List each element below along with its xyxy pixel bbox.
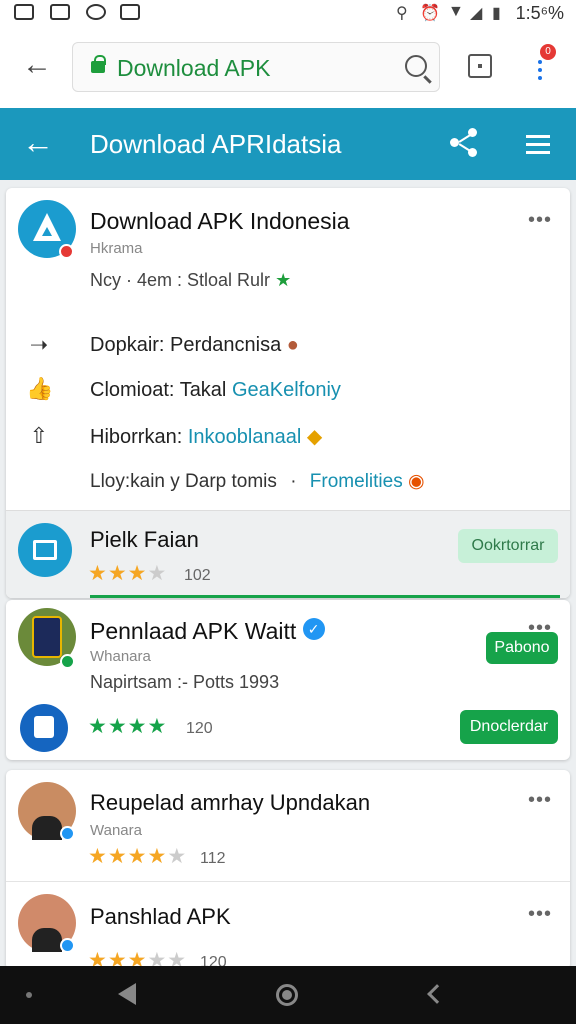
more-options-icon[interactable]: ••• — [528, 790, 552, 810]
nav-home-icon[interactable] — [276, 984, 298, 1006]
app-meta: Ncy · 4em : Stloal Rulr ★ — [90, 270, 291, 291]
upload-icon: ⇧ — [29, 423, 49, 448]
thumbs-up-icon: 👍 — [26, 376, 54, 401]
badge-icon: ◉ — [407, 471, 425, 492]
camera-icon — [50, 4, 70, 20]
verified-check-icon: ✓ — [302, 618, 325, 640]
verified-badge-icon — [60, 654, 75, 669]
verified-badge-icon — [59, 244, 74, 259]
app-title: Reupelad amrhay Upndakan — [90, 790, 371, 815]
back-arrow-icon[interactable]: ← — [22, 124, 54, 160]
app-subtitle: Whanara — [90, 648, 151, 665]
app-bar: ← Download APRIdatsia — [0, 108, 576, 180]
rating-stars: ★★★★ — [88, 562, 168, 585]
nav-back-icon[interactable] — [118, 983, 136, 1005]
overflow-menu-icon[interactable]: 0 — [528, 44, 556, 86]
url-bar[interactable]: Download APK — [72, 42, 440, 92]
verified-badge-icon — [60, 826, 75, 841]
page-title: Download APRIdatsia — [90, 129, 342, 159]
tab-switcher-icon[interactable] — [468, 54, 492, 78]
detail-link[interactable]: GeaKelfoniy — [232, 379, 341, 401]
gallery-icon — [14, 4, 34, 20]
hamburger-menu-icon[interactable] — [526, 135, 550, 159]
more-options-icon[interactable]: ••• — [528, 210, 552, 230]
app-title: Panshlad APK — [90, 904, 231, 929]
sync-icon — [86, 4, 106, 20]
footer-link[interactable]: Fromelities — [310, 471, 403, 492]
app-meta: Napirtsam :- Potts 1993 — [90, 672, 280, 692]
star-badge-icon: ★ — [275, 270, 292, 290]
detail-row: Clomioat: Takal GeaKelfoniy — [90, 379, 341, 401]
mail-icon — [120, 4, 140, 20]
rating-count: 112 — [200, 850, 226, 867]
rating-stars: ★★★★★ — [88, 845, 188, 868]
app-title: Pielk Faian — [90, 527, 199, 552]
app-list-card: Reupelad amrhay Upndakan ••• Wanara ★★★★… — [6, 770, 570, 970]
system-nav-bar — [0, 966, 576, 1024]
rating-count: 120 — [186, 720, 213, 737]
alarm-icon: ⏰ — [420, 5, 440, 22]
app-title: Download APK Indonesia — [90, 208, 350, 234]
nav-dot-icon — [26, 992, 32, 998]
share-icon[interactable] — [450, 128, 480, 158]
location-icon: ⚲ — [396, 5, 408, 22]
more-options-icon[interactable]: ••• — [528, 904, 552, 924]
rating-stars: ★★★★ — [88, 715, 168, 738]
open-button[interactable]: Pabono — [486, 632, 558, 664]
status-time: 1:5⁶% — [515, 3, 564, 23]
app-meta-text: Ncy · 4em : Stloal Rulr — [90, 270, 271, 290]
rating-count: 102 — [184, 567, 211, 584]
emoji-icon: ◆ — [306, 426, 323, 448]
verified-badge-icon — [60, 938, 75, 953]
share-arrow-icon: ➝ — [29, 332, 49, 357]
lock-icon — [91, 55, 106, 73]
list-item[interactable]: Reupelad amrhay Upndakan ••• Wanara ★★★★… — [6, 770, 570, 882]
app-card-featured[interactable]: Download APK Indonesia ••• Hkrama Ncy · … — [6, 188, 570, 598]
back-arrow-icon[interactable]: ← — [22, 48, 52, 82]
detail-link[interactable]: Inkooblanaal — [188, 426, 301, 448]
app-subtitle: Wanara — [90, 822, 142, 839]
detail-row: Hiborrkan: Inkooblanaal ◆ — [90, 426, 323, 448]
browser-toolbar: ← Download APK 0 — [0, 26, 576, 108]
app-subtitle: Hkrama — [90, 240, 143, 257]
search-icon[interactable] — [405, 55, 427, 77]
app-logo — [20, 704, 68, 752]
battery-icon: ▮ — [492, 5, 501, 22]
emoji-icon: ● — [286, 334, 299, 356]
app-title: Pennlaad APK Waitt ✓ — [90, 618, 325, 645]
download-button[interactable]: Dnoclerdar — [460, 710, 558, 744]
progress-bar — [90, 595, 560, 598]
status-bar: ⚲ ⏰ ▼ ◢ ▮ 1:5⁶% — [0, 0, 576, 26]
detail-row: Dopkair: Perdancnisa ● — [90, 334, 299, 356]
nav-recents-icon[interactable] — [427, 984, 447, 1004]
app-card[interactable]: Pennlaad APK Waitt ✓ ••• Whanara Napirts… — [6, 600, 570, 760]
sub-app-row[interactable]: Pielk Faian ★★★★ 102 Ookrtorrar — [6, 510, 570, 598]
notification-badge: 0 — [540, 44, 556, 60]
download-button[interactable]: Ookrtorrar — [458, 529, 558, 563]
card-footer: Lloy:kain y Darp tomis · Fromelities ◉ — [90, 471, 425, 492]
app-logo — [18, 523, 72, 577]
url-text: Download APK — [117, 55, 271, 81]
signal-icon: ◢ — [470, 5, 483, 22]
list-item[interactable]: Panshlad APK ••• ★★★★★ 120 — [6, 882, 570, 970]
wifi-icon: ▼ — [448, 3, 464, 20]
